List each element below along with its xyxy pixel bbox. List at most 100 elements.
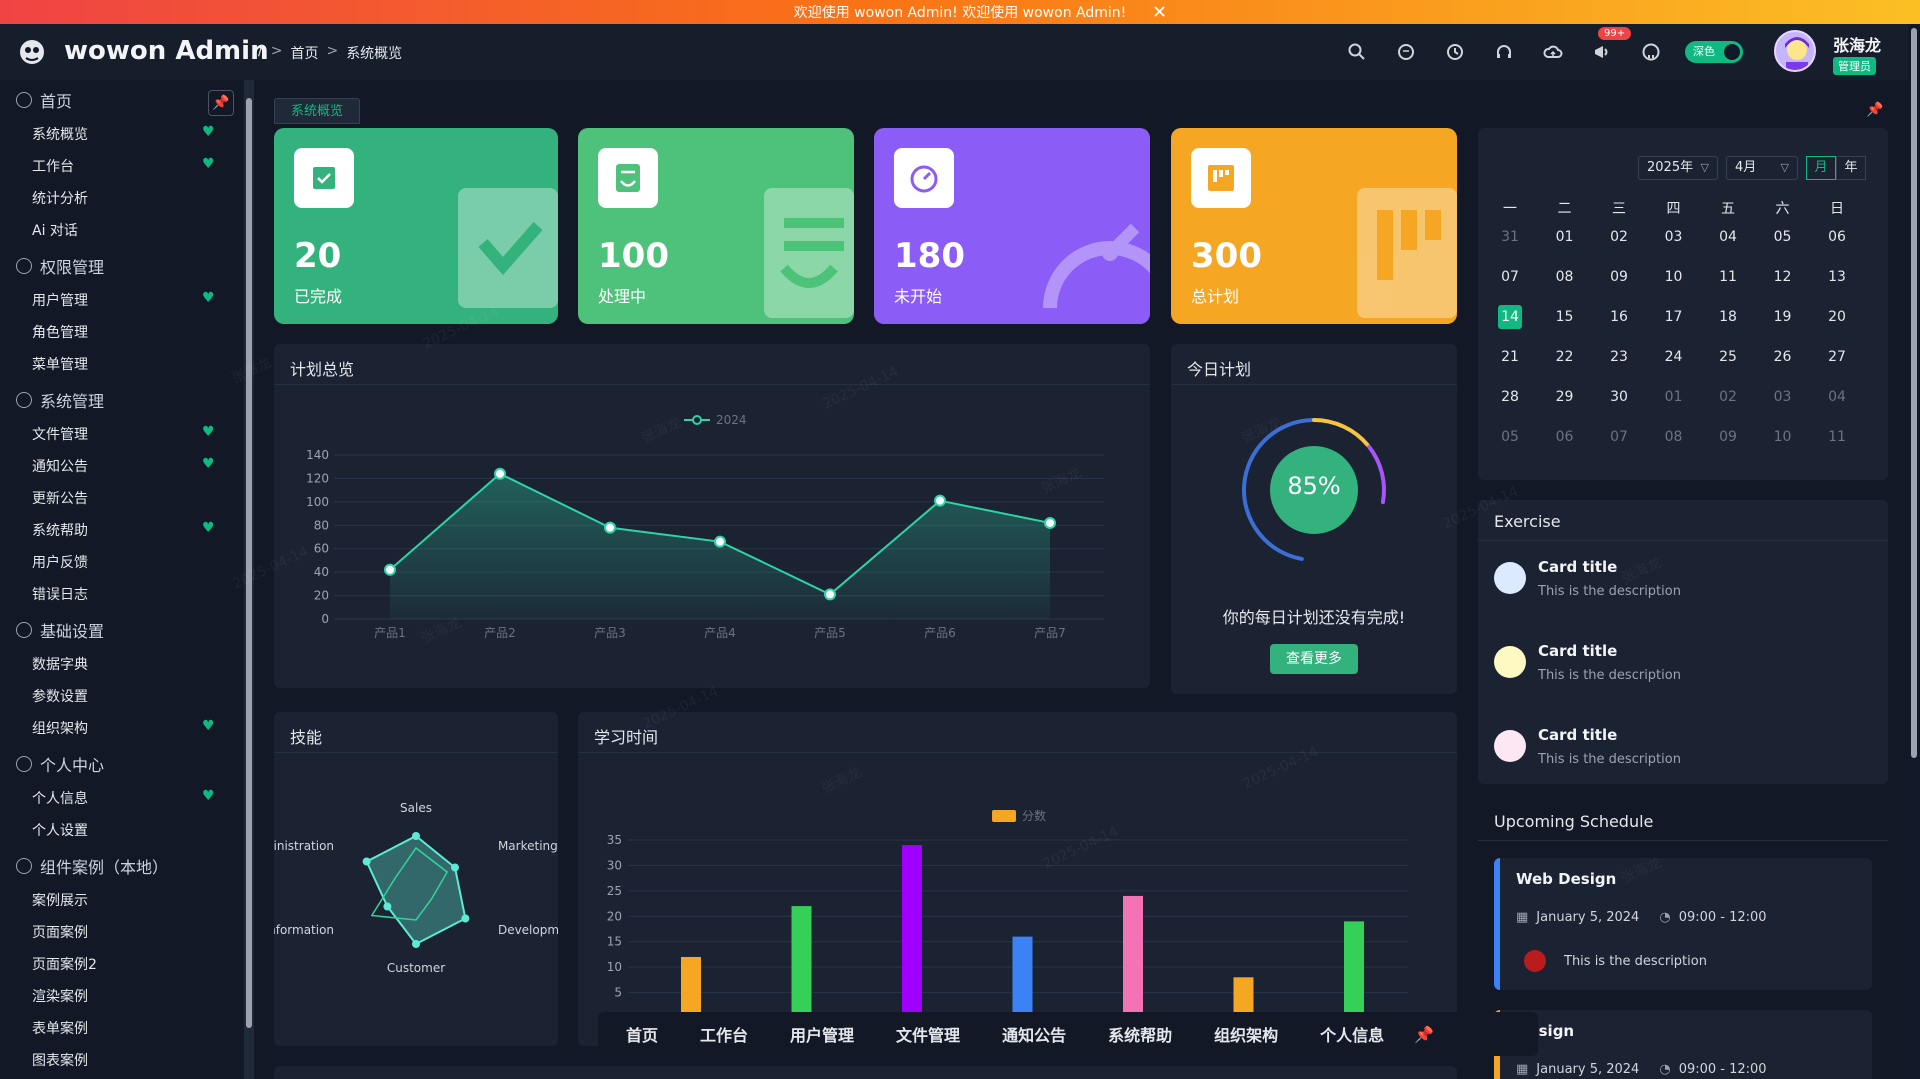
calendar-day[interactable]: 11 [1817,424,1857,450]
sidebar-item[interactable]: 错误日志 [32,584,88,604]
view-month-button[interactable]: 月 [1806,156,1836,180]
sidebar-group[interactable]: 首页 [16,88,72,112]
year-select[interactable]: 2025年 ▽ [1638,156,1718,180]
sidebar-item[interactable]: 个人设置 [32,820,88,840]
sidebar-item[interactable]: 数据字典 [32,654,88,674]
scrollbar-thumb[interactable] [246,98,252,1028]
sidebar-item[interactable]: Ai 对话 [32,220,78,240]
quick-nav-item[interactable]: 个人信息 [1320,1022,1384,1046]
sidebar-item[interactable]: 组织架构 [32,718,88,738]
calendar-day[interactable]: 13 [1817,264,1857,290]
theme-toggle[interactable]: 深色 [1685,41,1743,63]
calendar-day[interactable]: 30 [1599,384,1639,410]
calendar-day[interactable]: 28 [1490,384,1530,410]
calendar-day[interactable]: 05 [1763,224,1803,250]
calendar-day[interactable]: 24 [1654,344,1694,370]
calendar-day[interactable]: 31 [1490,224,1530,250]
calendar-day[interactable]: 20 [1817,304,1857,330]
sidebar-item[interactable]: 表单案例 [32,1018,88,1038]
sidebar-item[interactable]: 案例展示 [32,890,88,910]
sidebar-item[interactable]: 统计分析 [32,188,88,208]
calendar-day[interactable]: 23 [1599,344,1639,370]
schedule-item[interactable]: Design ▦ January 5, 2024 ◔ 09:00 - 12:00 [1494,1010,1872,1079]
view-year-button[interactable]: 年 [1836,156,1866,180]
calendar-day[interactable]: 16 [1599,304,1639,330]
calendar-day[interactable]: 29 [1545,384,1585,410]
calendar-day[interactable]: 06 [1545,424,1585,450]
sidebar-item[interactable]: 文件管理 [32,424,88,444]
avatar[interactable] [1774,30,1816,72]
sidebar-item[interactable]: 系统概览 [32,124,88,144]
sidebar-item[interactable]: 用户管理 [32,290,88,310]
sidebar-group[interactable]: 权限管理 [16,254,104,278]
github-icon[interactable] [1640,41,1662,63]
calendar-day-today[interactable]: 14 [1490,304,1530,330]
notification-icon[interactable] [1591,41,1613,63]
calendar-day[interactable]: 08 [1545,264,1585,290]
breadcrumb-root[interactable]: / [258,43,263,63]
stat-card-total[interactable]: 300 总计划 [1171,128,1457,324]
calendar-day[interactable]: 04 [1817,384,1857,410]
view-more-button[interactable]: 查看更多 [1270,644,1358,674]
calendar-day[interactable]: 07 [1490,264,1530,290]
calendar-day[interactable]: 21 [1490,344,1530,370]
headset-icon[interactable] [1493,41,1515,63]
pin-icon[interactable]: 📌 [208,90,234,116]
calendar-day[interactable]: 04 [1708,224,1748,250]
sidebar-group[interactable]: 系统管理 [16,388,104,412]
exercise-item-title[interactable]: Card title [1538,726,1617,744]
calendar-day[interactable]: 03 [1763,384,1803,410]
calendar-day[interactable]: 08 [1654,424,1694,450]
exercise-item-title[interactable]: Card title [1538,558,1617,576]
heart-icon[interactable]: ♥ [202,520,215,536]
month-select[interactable]: 4月 ▽ [1726,156,1798,180]
quick-nav-item[interactable]: 系统帮助 [1108,1022,1172,1046]
stat-card-completed[interactable]: 20 已完成 [274,128,558,324]
quick-nav-item[interactable]: 首页 [626,1022,658,1046]
cloud-upload-icon[interactable] [1542,41,1564,63]
calendar-day[interactable]: 18 [1708,304,1748,330]
calendar-day[interactable]: 07 [1599,424,1639,450]
heart-icon[interactable]: ♥ [202,788,215,804]
sidebar-item[interactable]: 图表案例 [32,1050,88,1070]
scrollbar-thumb[interactable] [1911,28,1917,758]
sidebar-item[interactable]: 工作台 [32,156,74,176]
calendar-day[interactable]: 02 [1599,224,1639,250]
pin-icon[interactable]: 📌 [1866,102,1883,118]
stat-card-not-started[interactable]: 180 未开始 [874,128,1150,324]
heart-icon[interactable]: ♥ [202,424,215,440]
sidebar-item[interactable]: 渲染案例 [32,986,88,1006]
sidebar-item[interactable]: 参数设置 [32,686,88,706]
quick-nav-item[interactable]: 工作台 [700,1022,748,1046]
pin-icon[interactable]: 📌 [1414,1025,1434,1044]
calendar-day[interactable]: 11 [1708,264,1748,290]
stat-card-in-progress[interactable]: 100 处理中 [578,128,854,324]
quick-nav-item[interactable]: 组织架构 [1214,1022,1278,1046]
sidebar-scrollbar[interactable] [244,80,254,1079]
calendar-day[interactable]: 01 [1654,384,1694,410]
calendar-day[interactable]: 15 [1545,304,1585,330]
heart-icon[interactable]: ♥ [202,718,215,734]
schedule-item[interactable]: Web Design ▦ January 5, 2024 ◔ 09:00 - 1… [1494,858,1872,990]
quick-nav-item[interactable]: 文件管理 [896,1022,960,1046]
heart-icon[interactable]: ♥ [202,456,215,472]
calendar-day[interactable]: 10 [1654,264,1694,290]
calendar-day[interactable]: 02 [1708,384,1748,410]
breadcrumb-home[interactable]: 首页 [290,43,318,63]
sidebar-item[interactable]: 页面案例2 [32,954,97,974]
sidebar-group[interactable]: 基础设置 [16,618,104,642]
calendar-day[interactable]: 06 [1817,224,1857,250]
sidebar-group[interactable]: 个人中心 [16,752,104,776]
sidebar-group[interactable]: 组件案例（本地） [16,854,168,878]
sidebar-item[interactable]: 通知公告 [32,456,88,476]
sidebar-item[interactable]: 用户反馈 [32,552,88,572]
heart-icon[interactable]: ♥ [202,290,215,306]
sidebar-item[interactable]: 角色管理 [32,322,88,342]
history-icon[interactable] [1444,41,1466,63]
calendar-day[interactable]: 22 [1545,344,1585,370]
tab-overview[interactable]: 系统概览 [274,98,361,124]
sidebar-item[interactable]: 页面案例 [32,922,88,942]
calendar-day[interactable]: 12 [1763,264,1803,290]
quick-nav-item[interactable]: 通知公告 [1002,1022,1066,1046]
calendar-day[interactable]: 27 [1817,344,1857,370]
